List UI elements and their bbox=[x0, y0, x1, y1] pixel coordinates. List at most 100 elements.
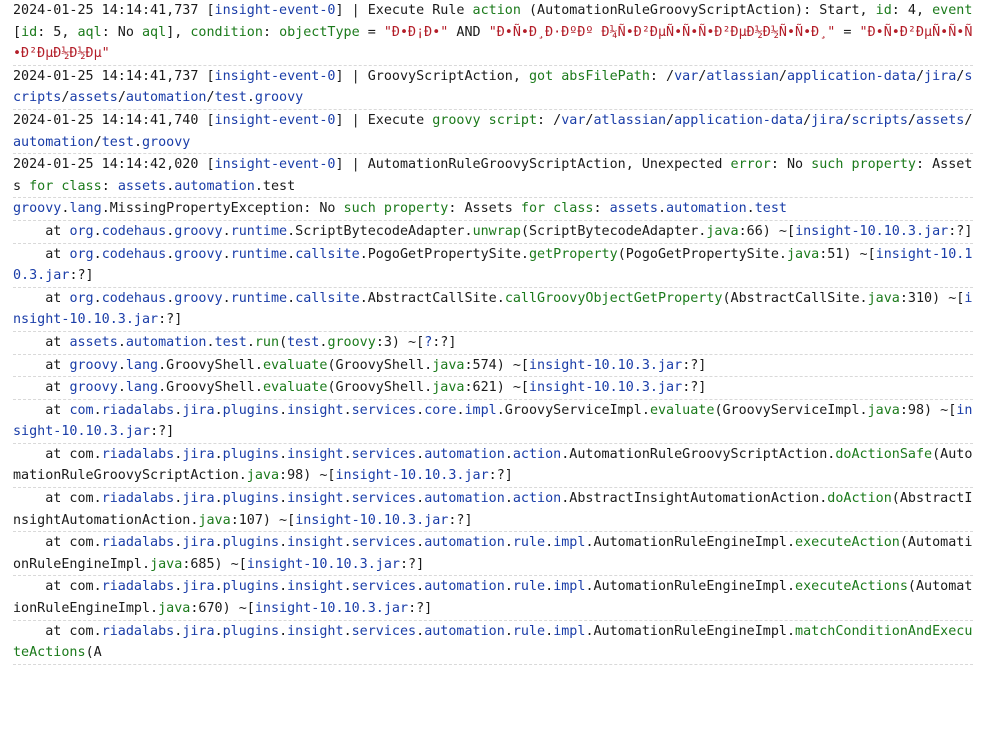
log-token: id bbox=[21, 24, 38, 40]
log-token: :?] bbox=[150, 424, 175, 440]
log-token: unwrap bbox=[472, 223, 521, 239]
log-token: codehaus bbox=[101, 223, 167, 239]
log-token: . bbox=[343, 402, 352, 418]
log-token: jira bbox=[811, 112, 844, 128]
log-token: : 4, bbox=[891, 3, 933, 18]
log-token: at bbox=[45, 246, 70, 262]
log-token: / bbox=[907, 112, 916, 128]
log-token: test bbox=[101, 134, 134, 150]
log-token: : bbox=[262, 24, 280, 40]
log-token: script bbox=[488, 112, 538, 128]
log-token: .AbstractCallSite. bbox=[359, 290, 505, 306]
log-token: ] | GroovyScriptAction, bbox=[335, 68, 529, 84]
log-token: : No bbox=[101, 24, 142, 40]
log-token: test bbox=[214, 90, 247, 106]
log-token: jira bbox=[182, 402, 215, 418]
log-token: :3) ~[ bbox=[375, 334, 425, 350]
log-token: insight-10.10.3.jar bbox=[795, 223, 949, 239]
log-token bbox=[545, 201, 553, 216]
log-token: : bbox=[101, 178, 118, 194]
log-token: org bbox=[69, 246, 94, 262]
log-token: . bbox=[416, 491, 425, 507]
log-token: absFilePath bbox=[561, 68, 650, 84]
log-token: automation bbox=[424, 579, 505, 595]
log-token: services bbox=[351, 402, 417, 418]
log-token: . bbox=[279, 535, 288, 551]
log-token: test bbox=[287, 334, 320, 350]
log-token: executeAction bbox=[795, 535, 900, 551]
stacktrace-line: at groovy.lang.GroovyShell.evaluate(Groo… bbox=[13, 355, 973, 378]
log-token: java bbox=[706, 223, 739, 239]
log-token: 2024-01-25 14:14:41,737 [ bbox=[13, 68, 215, 84]
log-token: "Ð•Ñ•Ð¸Ð·ÐºÐº Ð¼Ñ•Ð²ÐµÑ•Ñ•Ñ•Ð²ÐµÐ½Ð½Ñ•Ñ•… bbox=[488, 24, 836, 40]
log-token: .test bbox=[254, 178, 296, 194]
log-token: plugins bbox=[222, 491, 280, 507]
log-token: id bbox=[875, 3, 892, 18]
log-token: ( bbox=[279, 334, 288, 350]
log-token: riadalabs bbox=[101, 579, 175, 595]
log-token: . bbox=[504, 579, 513, 595]
log-token: getProperty bbox=[529, 246, 618, 262]
log-token: assets bbox=[69, 90, 118, 106]
log-token: .GroovyShell. bbox=[158, 357, 263, 373]
log-token: runtime bbox=[230, 290, 288, 306]
stacktrace-line: at org.codehaus.groovy.runtime.callsite.… bbox=[13, 288, 973, 332]
log-token: at com bbox=[45, 446, 94, 462]
log-token: . bbox=[93, 579, 102, 595]
log-token: :?] bbox=[948, 223, 973, 239]
log-token: rule bbox=[512, 579, 546, 595]
log-token: . bbox=[133, 134, 142, 150]
log-token: doActionSafe bbox=[835, 446, 933, 462]
log-token: event bbox=[932, 3, 973, 18]
log-token: . bbox=[504, 446, 513, 462]
log-token: insight-event-0 bbox=[214, 3, 336, 18]
log-token: lang bbox=[69, 201, 102, 217]
log-token: / bbox=[206, 90, 215, 106]
log-token: callGroovyObjectGetProperty bbox=[504, 290, 723, 306]
log-token: .AutomationRuleEngineImpl. bbox=[585, 579, 796, 595]
log-token: codehaus bbox=[101, 290, 167, 306]
log-token: groovy bbox=[174, 246, 223, 262]
log-token: jira bbox=[182, 491, 215, 507]
log-token: java bbox=[867, 290, 900, 306]
log-token: jira bbox=[182, 446, 215, 462]
log-token: property bbox=[851, 157, 916, 173]
log-token: / bbox=[93, 134, 102, 150]
log-token: java bbox=[867, 402, 900, 418]
log-token: . bbox=[287, 246, 296, 262]
log-token: insight-10.10.3.jar bbox=[529, 357, 683, 373]
log-token: riadalabs bbox=[101, 535, 175, 551]
log-token: :66) ~[ bbox=[738, 223, 796, 239]
log-token: . bbox=[545, 535, 554, 551]
log-token: rule bbox=[512, 535, 546, 551]
log-token: riadalabs bbox=[101, 402, 175, 418]
log-token: at com bbox=[45, 579, 94, 595]
log-token: at bbox=[45, 290, 70, 306]
log-token: test bbox=[214, 334, 247, 350]
log-token: at com bbox=[45, 535, 94, 551]
log-token: (AbstractCallSite. bbox=[722, 290, 868, 306]
log-token: aql bbox=[142, 24, 167, 40]
log-token: . bbox=[93, 402, 102, 418]
stacktrace-line: at com.riadalabs.jira.plugins.insight.se… bbox=[13, 532, 973, 577]
log-token: groovy bbox=[13, 201, 62, 217]
log-token: :310) ~[ bbox=[899, 290, 965, 306]
log-token: . bbox=[222, 290, 231, 306]
log-token: services bbox=[351, 535, 417, 551]
log-token: (GroovyServiceImpl. bbox=[714, 402, 868, 418]
log-token: . bbox=[545, 623, 554, 639]
log-token: for bbox=[29, 178, 54, 194]
log-token: . bbox=[279, 579, 288, 595]
log-token: automation bbox=[125, 90, 207, 106]
log-token: insight bbox=[287, 491, 344, 507]
log-token: . bbox=[504, 623, 513, 639]
log-token: executeActions bbox=[795, 579, 908, 595]
log-token: . bbox=[279, 402, 288, 418]
log-token: for bbox=[520, 201, 546, 217]
log-token: . bbox=[657, 201, 667, 217]
